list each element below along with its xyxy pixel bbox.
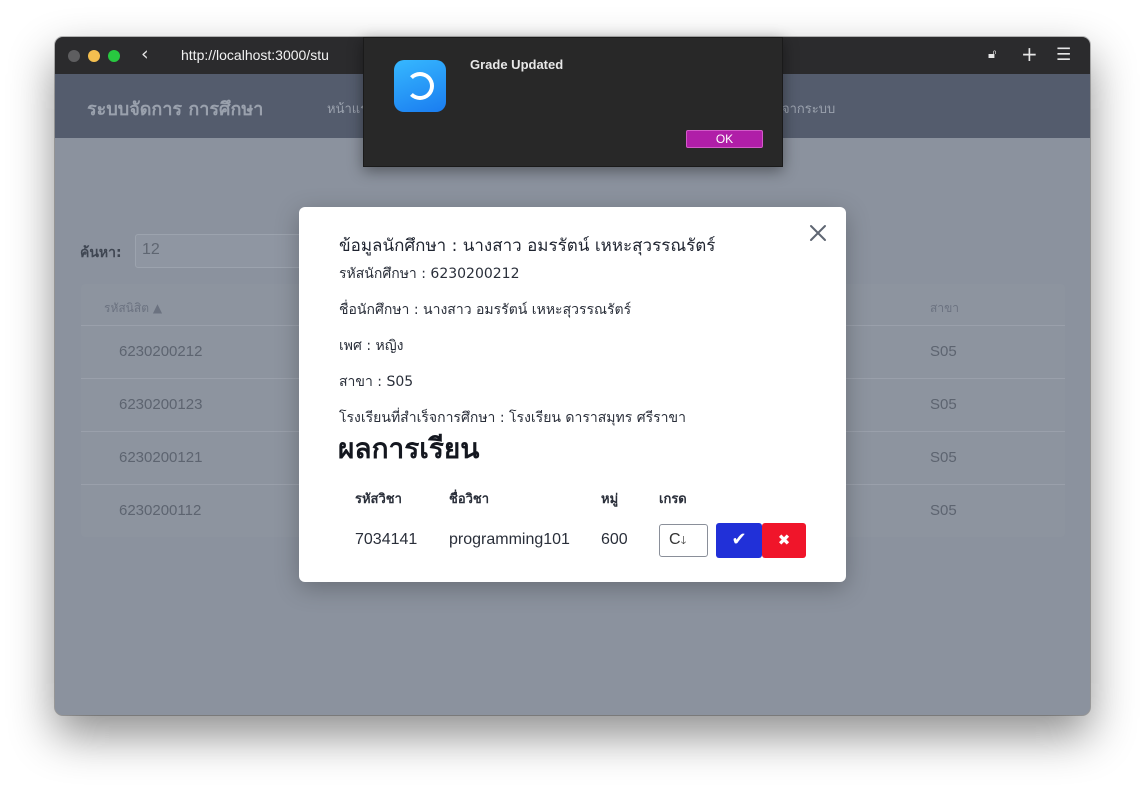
window-close-light[interactable] [68, 50, 80, 62]
grade-select[interactable]: C🡓 [659, 524, 708, 557]
modal-title: ข้อมูลนักศึกษา : นางสาว อมรรัตน์ เหหะสุว… [339, 236, 716, 256]
cell-branch: S05 [930, 396, 957, 413]
nav-logout-link[interactable]: จากระบบ [782, 98, 835, 119]
student-school-line: โรงเรียนที่สำเร็จการศึกษา : โรงเรียน ดาร… [339, 410, 686, 426]
address-bar[interactable]: http://localhost:3000/stu [181, 47, 329, 63]
hamburger-menu-icon[interactable]: ☰ [1056, 45, 1071, 65]
student-name-line: ชื่อนักศึกษา : นางสาว อมรรัตน์ เหหะสุวรร… [339, 302, 632, 318]
grade-cell-section: 600 [601, 531, 628, 548]
grade-cell-name: programming101 [449, 531, 570, 548]
nav-home-link[interactable]: หน้าแร [327, 98, 367, 119]
grade-header-section: หมู่ [601, 492, 619, 507]
student-id-line: รหัสนักศึกษา : 6230200212 [339, 266, 520, 282]
cell-branch: S05 [930, 502, 957, 519]
arrow-down-icon: 🡓 [680, 535, 687, 547]
window-minimize-light[interactable] [88, 50, 100, 62]
notification-title: Grade Updated [470, 57, 564, 72]
cancel-grade-button[interactable]: ✖ [762, 523, 806, 558]
app-logo-icon [394, 60, 446, 112]
column-header-branch[interactable]: สาขา [930, 299, 959, 318]
column-header-id[interactable]: รหัสนิสิต ▲ [104, 299, 162, 318]
search-label: ค้นหา: [80, 245, 122, 261]
cell-branch: S05 [930, 449, 957, 466]
window-zoom-light[interactable] [108, 50, 120, 62]
notification-popup: Grade Updated OK [363, 37, 783, 167]
results-heading: ผลการเรียน [338, 432, 480, 465]
grade-cell-code: 7034141 [355, 531, 418, 548]
chevron-left-icon[interactable]: ‹ [141, 43, 149, 65]
plus-icon[interactable]: + [1021, 42, 1038, 66]
notification-ok-button[interactable]: OK [686, 130, 763, 148]
student-detail-modal: ข้อมูลนักศึกษา : นางสาว อมรรัตน์ เหหะสุว… [299, 207, 846, 582]
grade-header-name: ชื่อวิชา [449, 492, 490, 507]
lock-icon[interactable]: 🔓︎ [988, 47, 996, 62]
grade-select-value: C [669, 531, 681, 548]
cell-student-id: 6230200121 [119, 449, 203, 466]
grade-header-code: รหัสวิชา [355, 492, 402, 507]
student-gender-line: เพศ : หญิง [339, 338, 404, 354]
cell-branch: S05 [930, 343, 957, 360]
cell-student-id: 6230200123 [119, 396, 203, 413]
grade-header-grade: เกรด [659, 492, 687, 507]
cell-student-id: 6230200112 [119, 502, 202, 519]
cell-student-id: 6230200212 [119, 343, 203, 360]
close-icon[interactable] [806, 221, 830, 245]
student-branch-line: สาขา : S05 [339, 374, 414, 390]
confirm-grade-button[interactable]: ✔ [716, 523, 762, 558]
app-brand[interactable]: ระบบจัดการ การศึกษา [87, 94, 263, 123]
